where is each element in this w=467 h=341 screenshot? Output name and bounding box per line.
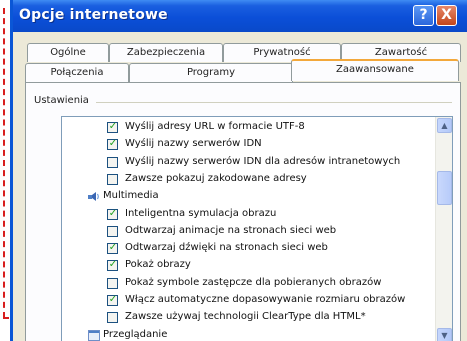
checkbox-checked[interactable]: ✓ <box>107 121 118 133</box>
scroll-thumb[interactable] <box>437 171 452 205</box>
settings-category[interactable]: Przeglądanie <box>62 327 434 341</box>
setting-label: Pokaż obrazy <box>125 259 191 271</box>
category-label: Przeglądanie <box>103 328 168 340</box>
checkbox-unchecked[interactable] <box>107 173 118 185</box>
setting-option[interactable]: Odtwarzaj animacje na stronach sieci web <box>62 223 434 240</box>
checkbox-checked[interactable]: ✓ <box>107 207 118 220</box>
tab-general[interactable]: Ogólne <box>27 43 109 62</box>
settings-scrollbar[interactable]: ▲ ▼ <box>435 117 452 341</box>
setting-label: Odtwarzaj dźwięki na stronach sieci web <box>125 242 328 254</box>
annotation-line-vertical <box>3 8 5 318</box>
setting-option[interactable]: ✓ Wyślij nazwy serwerów IDN <box>62 136 434 153</box>
checkbox-checked[interactable]: ✓ <box>107 259 118 272</box>
window-title: Opcje internetowe <box>19 7 168 23</box>
tab-connections[interactable]: Połączenia <box>25 63 129 82</box>
setting-label: Wyślij nazwy serwerów IDN <box>125 138 262 150</box>
setting-option[interactable]: Zawsze pokazuj zakodowane adresy <box>62 171 434 188</box>
setting-option[interactable]: ✓ Odtwarzaj dźwięki na stronach sieci web <box>62 240 434 257</box>
tab-advanced[interactable]: Zaawansowane <box>291 59 459 81</box>
tab-programs[interactable]: Programy <box>129 63 293 82</box>
checkbox-checked[interactable]: ✓ <box>107 242 118 255</box>
setting-option[interactable]: Zawsze używaj technologii ClearType dla … <box>62 309 434 326</box>
browsing-icon <box>88 329 100 341</box>
settings-group-label: Ustawienia <box>34 95 93 106</box>
advanced-tab-panel: Ustawienia ✓ Wyślij adresy URL w formacie… <box>25 82 461 341</box>
checkmark-icon: ✓ <box>108 294 118 305</box>
setting-label: Zawsze pokazuj zakodowane adresy <box>125 172 307 184</box>
help-button[interactable]: ? <box>413 5 434 26</box>
checkmark-icon: ✓ <box>108 242 118 254</box>
scroll-up-button[interactable]: ▲ <box>437 118 452 133</box>
settings-list[interactable]: ✓ Wyślij adresy URL w formacie UTF-8 ✓ Wyśl… <box>61 116 453 341</box>
internet-options-dialog: Opcje internetowe ? X Ogólne Zabezpiecze… <box>10 0 467 341</box>
checkbox-checked[interactable]: ✓ <box>107 138 118 151</box>
setting-option[interactable]: ✓ Pokaż obrazy <box>62 257 434 274</box>
checkbox-checked[interactable]: ✓ <box>107 294 118 306</box>
multimedia-icon <box>88 191 100 202</box>
setting-label: Zawsze używaj technologii ClearType dla … <box>125 311 366 323</box>
checkbox-unchecked[interactable] <box>107 156 118 168</box>
setting-option[interactable]: ✓ Włącz automatyczne dopasowywanie rozmia… <box>62 292 434 309</box>
checkbox-unchecked[interactable] <box>107 277 118 289</box>
tab-security[interactable]: Zabezpieczenia <box>109 43 223 62</box>
tab-row-front: Połączenia Programy Zaawansowane <box>25 59 461 82</box>
checkmark-icon: ✓ <box>108 138 118 150</box>
close-button[interactable]: X <box>436 5 457 26</box>
setting-label: Inteligentna symulacja obrazu <box>125 207 277 219</box>
setting-option[interactable]: ✓ Inteligentna symulacja obrazu <box>62 206 434 223</box>
setting-label: Wyślij nazwy serwerów IDN dla adresów in… <box>125 155 401 167</box>
scroll-down-button[interactable]: ▼ <box>437 328 452 341</box>
setting-label: Pokaż symbole zastępcze dla pobieranych … <box>125 276 382 288</box>
checkmark-icon: ✓ <box>108 259 118 271</box>
category-label: Multimedia <box>103 190 159 202</box>
checkmark-icon: ✓ <box>108 121 118 132</box>
setting-label: Odtwarzaj animacje na stronach sieci web <box>125 224 337 236</box>
settings-category[interactable]: Multimedia <box>62 188 434 205</box>
setting-option[interactable]: ✓ Wyślij adresy URL w formacie UTF-8 <box>62 119 434 136</box>
setting-label: Wyślij adresy URL w formacie UTF-8 <box>125 121 305 132</box>
checkmark-icon: ✓ <box>108 207 118 219</box>
setting-option[interactable]: Pokaż symbole zastępcze dla pobieranych … <box>62 275 434 292</box>
setting-option[interactable]: Wyślij nazwy serwerów IDN dla adresów in… <box>62 154 434 171</box>
title-bar[interactable]: Opcje internetowe ? X <box>13 0 467 32</box>
group-divider <box>96 102 452 103</box>
checkbox-unchecked[interactable] <box>107 225 118 237</box>
checkbox-unchecked[interactable] <box>107 312 118 324</box>
setting-label: Włącz automatyczne dopasowywanie rozmiar… <box>125 294 406 305</box>
